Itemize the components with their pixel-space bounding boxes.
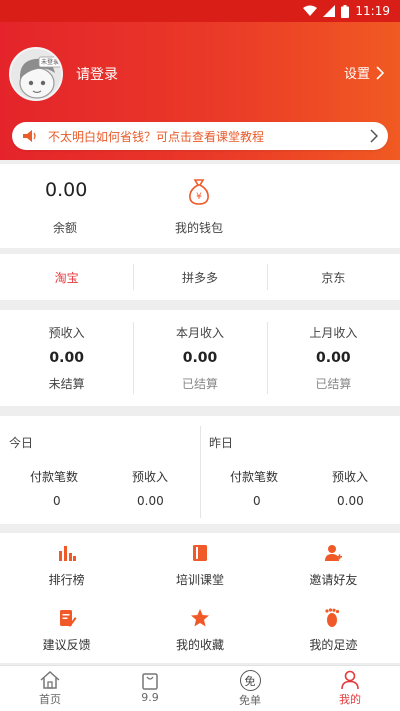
login-link[interactable]: 请登录 — [76, 64, 118, 84]
tool-training[interactable]: 培训课堂 — [133, 533, 266, 598]
income-this-month[interactable]: 本月收入 0.00 已结算 — [133, 310, 266, 406]
free-icon: 免 — [239, 670, 261, 691]
tool-label: 建议反馈 — [42, 638, 91, 652]
daily-stats: 今日 付款笔数 预收入 0 0.00 昨日 付款笔数 预收入 0 0.00 — [0, 416, 400, 524]
avatar[interactable]: 未登录 — [9, 47, 63, 101]
income-status: 已结算 — [181, 377, 218, 391]
tab-taobao[interactable]: 淘宝 — [0, 254, 133, 300]
income-value: 0.00 — [182, 350, 218, 366]
payment-count-value: 0 — [53, 494, 61, 508]
tab-free[interactable]: 免 免单 — [200, 666, 300, 711]
bag-icon — [142, 673, 158, 690]
book-icon — [192, 545, 207, 561]
payment-count-label: 付款笔数 — [30, 470, 79, 484]
svg-text:¥: ¥ — [196, 192, 202, 202]
megaphone-icon — [23, 130, 36, 142]
tool-label: 排行榜 — [48, 573, 85, 587]
tool-footprint[interactable]: 我的足迹 — [267, 598, 400, 663]
income-label: 本月收入 — [175, 326, 224, 340]
platform-tabs: 淘宝 拼多多 京东 — [0, 254, 400, 300]
home-icon — [40, 670, 60, 689]
signal-icon — [323, 5, 336, 17]
today-title: 今日 — [9, 436, 34, 450]
tab-nine-nine[interactable]: 9.9 — [100, 666, 200, 711]
battery-icon — [341, 4, 350, 18]
yesterday-title: 昨日 — [209, 436, 234, 450]
tool-label: 我的收藏 — [175, 638, 224, 652]
income-label: 上月收入 — [309, 326, 358, 340]
estimated-income-label: 预收入 — [332, 470, 369, 484]
estimated-income-value: 0.00 — [137, 494, 164, 508]
tool-favorites[interactable]: 我的收藏 — [133, 598, 266, 663]
chevron-right-icon — [376, 65, 384, 80]
payment-count-label: 付款笔数 — [230, 470, 279, 484]
settings-button[interactable]: 设置 — [344, 63, 384, 82]
free-icon-glyph: 免 — [244, 674, 256, 688]
settings-label: 设置 — [343, 67, 370, 82]
bottom-tab-bar: 首页 9.9 免 免单 我的 — [0, 665, 400, 711]
tool-invite[interactable]: 邀请好友 — [267, 533, 400, 598]
tab-mine[interactable]: 我的 — [300, 666, 400, 711]
income-value: 0.00 — [49, 350, 84, 366]
bar-chart-icon — [58, 546, 76, 561]
income-estimated[interactable]: 预收入 0.00 未结算 — [0, 310, 133, 406]
tool-ranking[interactable]: 排行榜 — [0, 533, 133, 598]
avatar-tag: 未登录 — [40, 59, 59, 66]
edit-icon — [59, 610, 77, 627]
estimated-income-value: 0.00 — [337, 494, 364, 508]
today-stats: 今日 付款笔数 预收入 0 0.00 — [0, 416, 200, 524]
tool-feedback[interactable]: 建议反馈 — [0, 598, 133, 663]
wifi-icon — [303, 5, 318, 16]
yesterday-stats: 昨日 付款笔数 预收入 0 0.00 — [200, 416, 400, 524]
tab-label: 免单 — [239, 694, 261, 707]
income-label: 预收入 — [48, 326, 85, 340]
tool-label: 我的足迹 — [309, 638, 358, 652]
chevron-right-icon — [370, 129, 378, 143]
tab-home[interactable]: 首页 — [0, 666, 100, 711]
wallet-label[interactable]: 我的钱包 — [175, 219, 223, 236]
estimated-income-label: 预收入 — [132, 470, 169, 484]
star-icon — [190, 609, 209, 627]
balance-label[interactable]: 余额 — [53, 219, 77, 236]
tool-label: 培训课堂 — [175, 573, 224, 587]
tools-grid: 排行榜 培训课堂 邀请好友 建议反馈 我的收藏 我的足迹 — [0, 533, 400, 663]
tab-label: 9.9 — [141, 691, 159, 704]
balance-card: 0.00 余额 ¥ 我的钱包 — [0, 164, 400, 248]
tutorial-notice[interactable]: 不太明白如何省钱？可点击查看课堂教程 — [12, 122, 388, 150]
tab-pinduoduo[interactable]: 拼多多 — [133, 254, 266, 300]
payment-count-value: 0 — [253, 494, 261, 508]
tab-jingdong[interactable]: 京东 — [266, 254, 400, 300]
balance-value: 0.00 — [45, 179, 88, 201]
income-value: 0.00 — [316, 350, 351, 366]
user-add-icon — [325, 545, 343, 561]
tool-label: 邀请好友 — [309, 573, 358, 587]
status-time: 11:19 — [355, 4, 390, 18]
wallet-icon[interactable]: ¥ — [187, 178, 211, 210]
income-summary: 预收入 0.00 未结算 本月收入 0.00 已结算 上月收入 0.00 已结算 — [0, 310, 400, 406]
income-status: 未结算 — [48, 377, 85, 391]
notice-text: 不太明白如何省钱？可点击查看课堂教程 — [48, 129, 265, 144]
income-last-month[interactable]: 上月收入 0.00 已结算 — [266, 310, 400, 406]
footprint-icon — [325, 608, 340, 627]
user-icon — [341, 670, 359, 690]
income-status: 已结算 — [315, 377, 352, 391]
tab-label: 首页 — [39, 693, 61, 706]
tab-label: 我的 — [339, 693, 361, 706]
status-bar: 11:19 — [0, 0, 400, 22]
